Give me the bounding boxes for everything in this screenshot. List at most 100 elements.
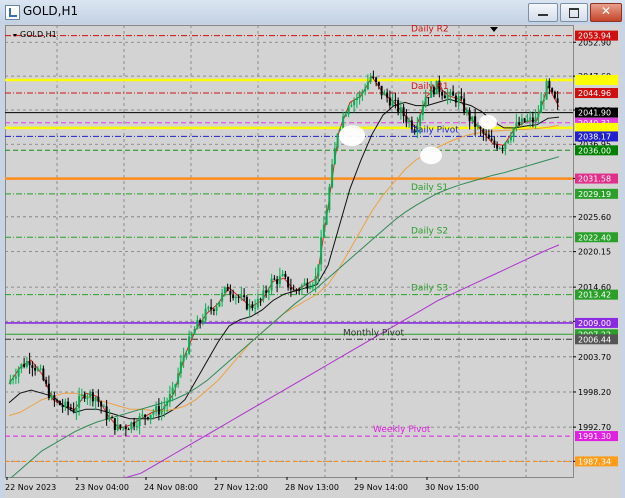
candle-body xyxy=(468,110,471,122)
candle-body xyxy=(369,76,372,83)
candle-body xyxy=(443,95,446,99)
candle-body xyxy=(102,406,105,408)
candle-body xyxy=(542,99,545,101)
price-tick-label: 2020.15 xyxy=(578,248,611,257)
candle-body xyxy=(314,276,317,285)
candle-body xyxy=(108,416,111,420)
level-name-label: Weekly Pivot xyxy=(373,425,431,435)
level-name-label: Daily S1 xyxy=(411,183,448,193)
candle-body xyxy=(75,407,78,413)
candle-body xyxy=(251,304,254,308)
candle-body xyxy=(86,397,89,399)
close-icon: ✕ xyxy=(601,4,612,18)
candle-body xyxy=(388,97,391,106)
title-bar[interactable]: GOLD,H1 ✕ xyxy=(0,0,625,24)
candle-body xyxy=(12,378,15,380)
candle-body xyxy=(556,98,559,103)
price-tag-label: 2022.40 xyxy=(578,233,611,242)
candle-body xyxy=(551,88,554,92)
chart-symbol-label: GOLD,H1 xyxy=(20,30,57,39)
candle-body xyxy=(111,416,114,419)
level-name-label: Daily R1 xyxy=(411,82,449,92)
candle-body xyxy=(529,117,532,120)
candle-body xyxy=(89,392,92,398)
candle-body xyxy=(127,429,130,431)
candle-body xyxy=(380,85,383,96)
candle-body xyxy=(201,320,204,323)
candle-body xyxy=(520,118,523,125)
candle-body xyxy=(199,320,202,323)
price-tag-label: 2006.44 xyxy=(578,335,611,344)
candle-body xyxy=(424,97,427,107)
price-tag-label: 2031.58 xyxy=(578,175,611,184)
candle-body xyxy=(188,336,191,354)
level-name-label: Monthly Pivot xyxy=(343,328,404,338)
candle-body xyxy=(287,276,290,288)
candle-body xyxy=(45,379,48,384)
candle-body xyxy=(17,368,20,377)
candle-body xyxy=(284,273,287,277)
candle-body xyxy=(446,95,449,99)
candle-body xyxy=(25,361,28,367)
price-chart[interactable]: Daily R2 Daily R1 Daily Pivot Daily S1 Daily… xyxy=(5,25,620,498)
candle-body xyxy=(58,401,61,406)
candle-body xyxy=(223,287,226,293)
candle-body xyxy=(160,409,163,415)
price-tag-box xyxy=(575,122,618,133)
candle-body xyxy=(548,80,551,89)
candle-body xyxy=(234,296,237,298)
level-name-label: Daily R2 xyxy=(411,25,449,35)
candle-body xyxy=(215,306,218,311)
candle-body xyxy=(64,401,67,408)
candle-body xyxy=(185,353,188,356)
price-tag-label: 1991.30 xyxy=(578,432,611,441)
candle-body xyxy=(504,142,507,150)
candle-body xyxy=(14,376,17,379)
candle-body xyxy=(386,92,389,98)
highlight-marker xyxy=(420,146,442,165)
candle-body xyxy=(278,276,281,284)
candle-body xyxy=(273,278,276,280)
candle-body xyxy=(146,417,149,419)
candle-body xyxy=(72,408,75,413)
candle-body xyxy=(56,400,59,402)
candle-body xyxy=(515,122,518,128)
price-tag-label: 1987.34 xyxy=(578,457,611,466)
candle-body xyxy=(212,309,215,311)
candle-body xyxy=(449,91,452,96)
minimize-button[interactable] xyxy=(528,3,558,22)
candle-body xyxy=(47,383,50,399)
price-tag-label: 2038.17 xyxy=(578,132,611,141)
price-tick-label: 1998.20 xyxy=(578,388,611,397)
maximize-button[interactable] xyxy=(560,3,588,22)
candle-body xyxy=(347,106,350,115)
candle-body xyxy=(218,301,221,307)
candle-body xyxy=(377,82,380,86)
candle-body xyxy=(487,134,490,139)
candle-body xyxy=(289,287,292,290)
candle-body xyxy=(509,136,512,141)
close-button[interactable]: ✕ xyxy=(590,3,622,22)
candle-body xyxy=(465,110,468,113)
candle-body xyxy=(144,414,147,418)
candle-body xyxy=(427,97,430,99)
candle-body xyxy=(281,273,284,277)
level-name-label: Daily S2 xyxy=(411,226,448,236)
candle-body xyxy=(174,384,177,388)
candle-body xyxy=(463,98,466,113)
candle-body xyxy=(545,80,548,100)
candle-body xyxy=(133,422,136,427)
price-axis: 2052.902047.602042.302036.952031.602025.… xyxy=(573,25,620,498)
candle-body xyxy=(383,92,386,96)
time-tick-label: 23 Nov 04:00 xyxy=(75,483,129,492)
highlight-marker xyxy=(479,114,497,130)
candle-body xyxy=(149,414,152,419)
candle-body xyxy=(254,307,257,309)
candle-body xyxy=(408,120,411,123)
candle-body xyxy=(243,295,246,298)
candle-body xyxy=(42,368,45,380)
candle-body xyxy=(157,406,160,415)
candle-body xyxy=(364,89,367,92)
candle-body xyxy=(452,91,455,96)
level-name-label: Daily Pivot xyxy=(411,125,459,135)
